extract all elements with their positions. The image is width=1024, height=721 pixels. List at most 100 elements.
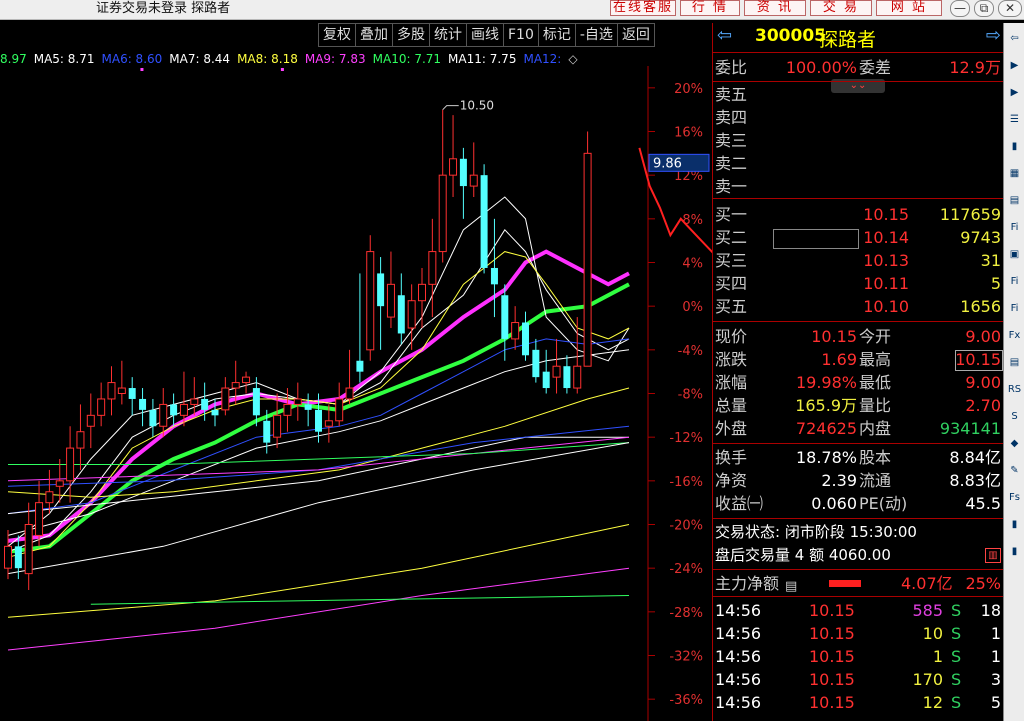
tick-side: S: [951, 601, 962, 620]
restore-icon[interactable]: ⧉: [974, 0, 994, 17]
draw-line-button[interactable]: 画线: [466, 23, 503, 47]
stat-row: 外盘 724625 内盘 934141: [713, 417, 1003, 440]
stat-label: 外盘: [715, 419, 748, 438]
ma-legend-item: MA7: 8.44: [169, 52, 231, 66]
order-volume: 9743: [960, 228, 1001, 247]
order-price[interactable]: 10.13: [809, 249, 909, 272]
side-tool-icon[interactable]: ▶: [1005, 56, 1024, 76]
tick-row: 14:56 10.15 585 S 18: [713, 599, 1003, 622]
fundamental-label: 股本: [859, 448, 892, 467]
tick-count: 1: [990, 624, 1001, 643]
side-tool-icon[interactable]: ⇦: [1005, 29, 1024, 49]
fundamental-value: 0.060: [811, 494, 857, 513]
after-hours-text: 盘后交易量 4 额 4060.00: [715, 546, 891, 564]
side-tool-icon[interactable]: RS: [1005, 380, 1024, 400]
kline-chart[interactable]: 20%16%12%8%4%0%-4%-8%-12%-16%-20%-24%-28…: [0, 66, 712, 721]
trade-button[interactable]: 交 易: [810, 0, 872, 16]
news-button[interactable]: 资 讯: [744, 0, 806, 16]
side-tool-icon[interactable]: ☰: [1005, 110, 1024, 130]
event-marker: [280, 68, 284, 71]
side-tool-icon[interactable]: ▮: [1005, 515, 1024, 535]
order-label: 买一: [715, 205, 748, 224]
back-button[interactable]: 返回: [616, 23, 655, 47]
website-button[interactable]: 网 站: [876, 0, 942, 16]
tick-side: S: [951, 647, 962, 666]
side-tool-icon[interactable]: ▦: [1005, 164, 1024, 184]
side-tool-icon[interactable]: Fi: [1005, 272, 1024, 292]
ma-line: [7, 567, 630, 651]
order-label: 买四: [715, 274, 748, 293]
adjust-button[interactable]: 复权: [318, 23, 355, 47]
side-tool-icon[interactable]: S: [1005, 407, 1024, 427]
stat-value: 1.69: [821, 350, 857, 369]
stat-value: 934141: [939, 419, 1001, 438]
tick-volume: 585: [912, 601, 943, 620]
y-axis-tick-label: 8%: [682, 213, 703, 228]
order-price[interactable]: 10.11: [809, 272, 909, 295]
candle-body: [117, 387, 126, 394]
f10-button[interactable]: F10: [503, 23, 538, 47]
candle-body: [190, 398, 199, 405]
y-axis-tick-label: 16%: [674, 126, 703, 141]
tick-row: 14:56 10.15 12 S 5: [713, 691, 1003, 714]
candle-body: [231, 382, 240, 389]
ma-line: [90, 595, 630, 605]
side-tool-icon[interactable]: ▤: [1005, 353, 1024, 373]
candle-body: [573, 365, 582, 389]
window-title: 证券交易未登录 探路者: [96, 1, 231, 16]
fundamental-row: 净资 2.39 流通 8.83亿: [713, 469, 1003, 492]
ma-line: [8, 442, 630, 465]
fundamental-label: 收益㈠: [715, 494, 764, 513]
side-tool-icon[interactable]: ✎: [1005, 461, 1024, 481]
ma-line: [7, 524, 630, 618]
y-axis-tick-label: -28%: [669, 606, 703, 621]
y-axis-tick-label: 4%: [682, 257, 703, 272]
stat-label: 内盘: [859, 419, 892, 438]
candle-body: [490, 267, 498, 285]
list-icon[interactable]: ▤: [785, 575, 797, 598]
side-tool-icon[interactable]: ▣: [1005, 245, 1024, 265]
multi-stock-button[interactable]: 多股: [392, 23, 429, 47]
remove-watchlist-button[interactable]: -自选: [574, 23, 617, 47]
nav-right-icon[interactable]: ⇨: [986, 25, 1001, 46]
selected-price-box[interactable]: [773, 229, 859, 249]
legend-toggle-icon[interactable]: ◇: [568, 52, 577, 66]
fundamental-label: 净资: [715, 471, 748, 490]
bar-chart-icon[interactable]: ▥: [985, 548, 1001, 563]
candle-body: [418, 283, 426, 302]
online-service-button[interactable]: 在线客服: [610, 0, 676, 16]
side-tool-icon[interactable]: Fi: [1005, 299, 1024, 319]
side-tool-icon[interactable]: ▶: [1005, 83, 1024, 103]
stat-value: 165.9万: [795, 396, 857, 415]
stat-value: 10.15: [811, 327, 857, 346]
market-button[interactable]: 行 情: [680, 0, 740, 16]
tick-row: 14:56 10.15 170 S 3: [713, 668, 1003, 691]
separator: [713, 81, 1003, 82]
stat-label: 涨幅: [715, 373, 748, 392]
candle-body: [563, 366, 571, 389]
order-price[interactable]: 10.15: [809, 203, 909, 226]
side-tool-icon[interactable]: Fs: [1005, 488, 1024, 508]
separator: [713, 443, 1003, 444]
order-price[interactable]: 10.10: [809, 295, 909, 318]
tick-count: 1: [990, 647, 1001, 666]
stat-row: 涨幅 19.98% 最低 9.00: [713, 371, 1003, 394]
nav-left-icon[interactable]: ⇦: [717, 25, 732, 46]
ma-legend-item: MA8: 8.18: [237, 52, 298, 66]
tick-count: 5: [990, 693, 1001, 712]
candle-body: [428, 251, 437, 285]
side-tool-icon[interactable]: ▮: [1005, 137, 1024, 157]
minimize-icon[interactable]: —: [950, 0, 970, 17]
stat-row: 总量 165.9万 量比 2.70: [713, 394, 1003, 417]
overlay-button[interactable]: 叠加: [355, 23, 392, 47]
close-icon[interactable]: ✕: [998, 0, 1022, 17]
stats-button[interactable]: 统计: [429, 23, 466, 47]
candle-body: [128, 388, 136, 399]
side-tool-icon[interactable]: Fi: [1005, 218, 1024, 238]
side-tool-icon[interactable]: Fx: [1005, 326, 1024, 346]
candle-body: [139, 398, 147, 410]
side-tool-icon[interactable]: ◆: [1005, 434, 1024, 454]
mark-button[interactable]: 标记: [537, 23, 575, 47]
side-tool-icon[interactable]: ▮: [1005, 542, 1024, 562]
side-tool-icon[interactable]: ▤: [1005, 191, 1024, 211]
